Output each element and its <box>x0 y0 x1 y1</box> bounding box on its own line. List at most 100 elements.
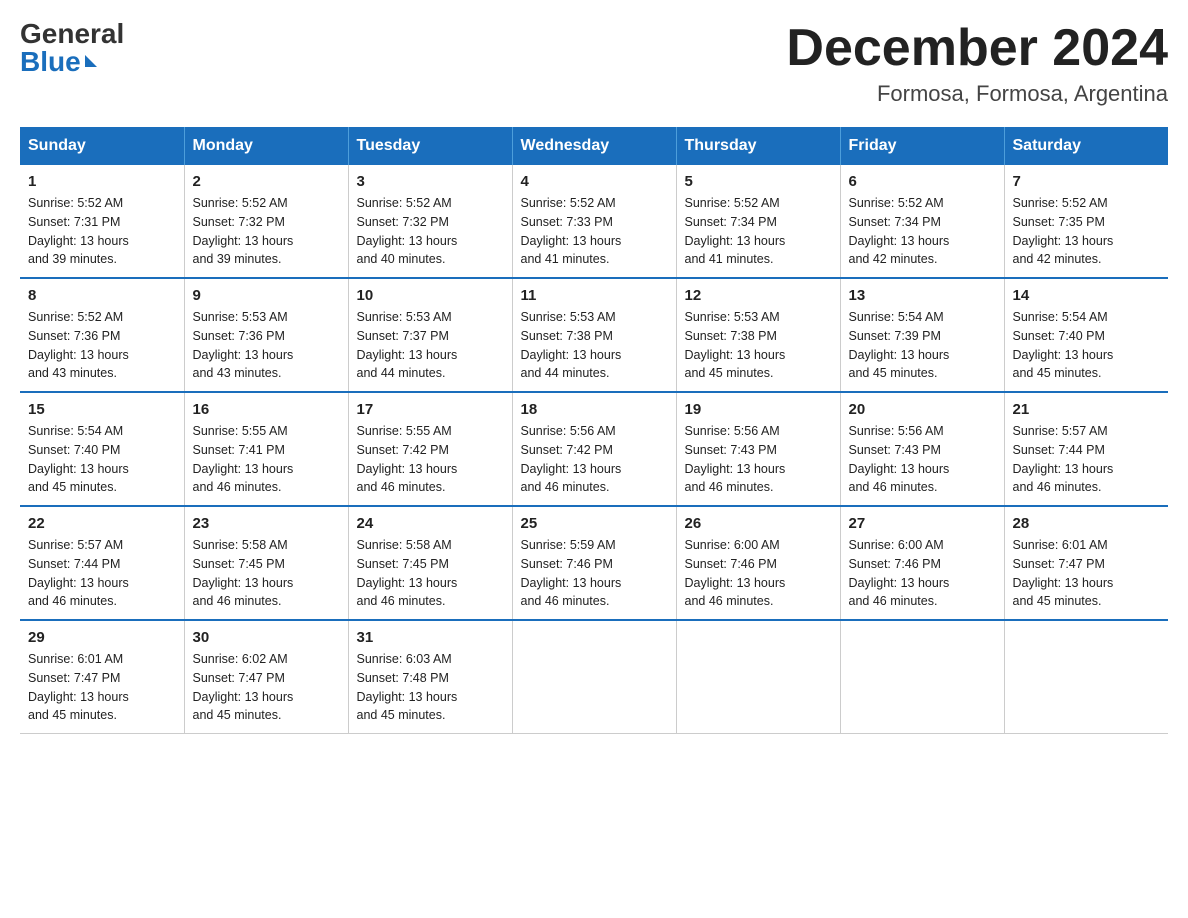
day-info: Sunrise: 5:54 AM Sunset: 7:39 PM Dayligh… <box>849 308 996 383</box>
calendar-cell: 27Sunrise: 6:00 AM Sunset: 7:46 PM Dayli… <box>840 506 1004 620</box>
day-number: 6 <box>849 173 996 190</box>
day-number: 1 <box>28 173 176 190</box>
logo-general-text: General <box>20 20 124 48</box>
day-info: Sunrise: 6:02 AM Sunset: 7:47 PM Dayligh… <box>193 650 340 725</box>
logo-blue-text: Blue <box>20 48 81 76</box>
calendar-cell: 1Sunrise: 5:52 AM Sunset: 7:31 PM Daylig… <box>20 165 184 278</box>
day-info: Sunrise: 5:55 AM Sunset: 7:41 PM Dayligh… <box>193 422 340 497</box>
day-info: Sunrise: 5:52 AM Sunset: 7:36 PM Dayligh… <box>28 308 176 383</box>
calendar-cell <box>1004 620 1168 734</box>
day-number: 30 <box>193 629 340 646</box>
calendar-cell: 22 Sunrise: 5:57 AM Sunset: 7:44 PM Dayli… <box>20 506 184 620</box>
header-friday: Friday <box>840 127 1004 165</box>
month-year-title: December 2024 <box>786 20 1168 77</box>
day-info: Sunrise: 5:54 AM Sunset: 7:40 PM Dayligh… <box>1013 308 1161 383</box>
day-number: 5 <box>685 173 832 190</box>
location-subtitle: Formosa, Formosa, Argentina <box>786 81 1168 107</box>
day-number: 26 <box>685 515 832 532</box>
day-info: Sunrise: 6:01 AM Sunset: 7:47 PM Dayligh… <box>1013 536 1161 611</box>
day-info: Sunrise: 5:52 AM Sunset: 7:34 PM Dayligh… <box>685 194 832 269</box>
day-number: 15 <box>28 401 176 418</box>
day-info: Sunrise: 5:57 AM Sunset: 7:44 PM Dayligh… <box>1013 422 1161 497</box>
day-number: 29 <box>28 629 176 646</box>
day-info: Sunrise: 5:56 AM Sunset: 7:43 PM Dayligh… <box>849 422 996 497</box>
calendar-cell: 23Sunrise: 5:58 AM Sunset: 7:45 PM Dayli… <box>184 506 348 620</box>
day-number: 10 <box>357 287 504 304</box>
header-wednesday: Wednesday <box>512 127 676 165</box>
day-number: 9 <box>193 287 340 304</box>
day-number: 14 <box>1013 287 1161 304</box>
title-section: December 2024 Formosa, Formosa, Argentin… <box>786 20 1168 107</box>
calendar-table: SundayMondayTuesdayWednesdayThursdayFrid… <box>20 127 1168 734</box>
calendar-cell: 9 Sunrise: 5:53 AM Sunset: 7:36 PM Daylig… <box>184 278 348 392</box>
calendar-cell: 12 Sunrise: 5:53 AM Sunset: 7:38 PM Dayli… <box>676 278 840 392</box>
calendar-header-row: SundayMondayTuesdayWednesdayThursdayFrid… <box>20 127 1168 165</box>
calendar-cell: 7 Sunrise: 5:52 AM Sunset: 7:35 PM Daylig… <box>1004 165 1168 278</box>
calendar-cell: 3 Sunrise: 5:52 AM Sunset: 7:32 PM Daylig… <box>348 165 512 278</box>
calendar-cell: 29 Sunrise: 6:01 AM Sunset: 7:47 PM Dayli… <box>20 620 184 734</box>
day-info: Sunrise: 5:57 AM Sunset: 7:44 PM Dayligh… <box>28 536 176 611</box>
day-number: 22 <box>28 515 176 532</box>
calendar-cell <box>676 620 840 734</box>
calendar-cell: 19Sunrise: 5:56 AM Sunset: 7:43 PM Dayli… <box>676 392 840 506</box>
day-number: 7 <box>1013 173 1161 190</box>
day-number: 16 <box>193 401 340 418</box>
page-header: General Blue December 2024 Formosa, Form… <box>20 20 1168 107</box>
calendar-cell: 15 Sunrise: 5:54 AM Sunset: 7:40 PM Dayli… <box>20 392 184 506</box>
calendar-cell: 26 Sunrise: 6:00 AM Sunset: 7:46 PM Dayli… <box>676 506 840 620</box>
calendar-cell: 10 Sunrise: 5:53 AM Sunset: 7:37 PM Dayli… <box>348 278 512 392</box>
day-info: Sunrise: 5:53 AM Sunset: 7:37 PM Dayligh… <box>357 308 504 383</box>
calendar-cell: 13 Sunrise: 5:54 AM Sunset: 7:39 PM Dayli… <box>840 278 1004 392</box>
calendar-cell: 11Sunrise: 5:53 AM Sunset: 7:38 PM Dayli… <box>512 278 676 392</box>
day-number: 12 <box>685 287 832 304</box>
header-tuesday: Tuesday <box>348 127 512 165</box>
calendar-cell <box>512 620 676 734</box>
calendar-cell: 24 Sunrise: 5:58 AM Sunset: 7:45 PM Dayli… <box>348 506 512 620</box>
logo: General Blue <box>20 20 124 76</box>
day-info: Sunrise: 5:52 AM Sunset: 7:32 PM Dayligh… <box>193 194 340 269</box>
day-info: Sunrise: 5:52 AM Sunset: 7:32 PM Dayligh… <box>357 194 504 269</box>
day-number: 31 <box>357 629 504 646</box>
calendar-cell: 16 Sunrise: 5:55 AM Sunset: 7:41 PM Dayli… <box>184 392 348 506</box>
day-number: 21 <box>1013 401 1161 418</box>
day-number: 20 <box>849 401 996 418</box>
calendar-cell: 8 Sunrise: 5:52 AM Sunset: 7:36 PM Daylig… <box>20 278 184 392</box>
day-info: Sunrise: 6:01 AM Sunset: 7:47 PM Dayligh… <box>28 650 176 725</box>
day-number: 4 <box>521 173 668 190</box>
calendar-cell: 20 Sunrise: 5:56 AM Sunset: 7:43 PM Dayli… <box>840 392 1004 506</box>
header-sunday: Sunday <box>20 127 184 165</box>
calendar-cell: 28 Sunrise: 6:01 AM Sunset: 7:47 PM Dayli… <box>1004 506 1168 620</box>
day-info: Sunrise: 5:56 AM Sunset: 7:43 PM Dayligh… <box>685 422 832 497</box>
day-info: Sunrise: 5:58 AM Sunset: 7:45 PM Dayligh… <box>357 536 504 611</box>
calendar-week-row: 22 Sunrise: 5:57 AM Sunset: 7:44 PM Dayli… <box>20 506 1168 620</box>
day-number: 17 <box>357 401 504 418</box>
calendar-week-row: 29 Sunrise: 6:01 AM Sunset: 7:47 PM Dayli… <box>20 620 1168 734</box>
day-number: 2 <box>193 173 340 190</box>
header-saturday: Saturday <box>1004 127 1168 165</box>
day-info: Sunrise: 6:03 AM Sunset: 7:48 PM Dayligh… <box>357 650 504 725</box>
day-info: Sunrise: 5:53 AM Sunset: 7:36 PM Dayligh… <box>193 308 340 383</box>
day-info: Sunrise: 5:54 AM Sunset: 7:40 PM Dayligh… <box>28 422 176 497</box>
calendar-week-row: 1Sunrise: 5:52 AM Sunset: 7:31 PM Daylig… <box>20 165 1168 278</box>
day-info: Sunrise: 5:52 AM Sunset: 7:33 PM Dayligh… <box>521 194 668 269</box>
day-number: 28 <box>1013 515 1161 532</box>
calendar-cell: 21 Sunrise: 5:57 AM Sunset: 7:44 PM Dayli… <box>1004 392 1168 506</box>
calendar-week-row: 8 Sunrise: 5:52 AM Sunset: 7:36 PM Daylig… <box>20 278 1168 392</box>
day-number: 8 <box>28 287 176 304</box>
day-number: 13 <box>849 287 996 304</box>
day-number: 25 <box>521 515 668 532</box>
calendar-cell: 18Sunrise: 5:56 AM Sunset: 7:42 PM Dayli… <box>512 392 676 506</box>
day-info: Sunrise: 6:00 AM Sunset: 7:46 PM Dayligh… <box>685 536 832 611</box>
day-number: 24 <box>357 515 504 532</box>
day-number: 18 <box>521 401 668 418</box>
day-info: Sunrise: 5:52 AM Sunset: 7:35 PM Dayligh… <box>1013 194 1161 269</box>
calendar-cell <box>840 620 1004 734</box>
header-monday: Monday <box>184 127 348 165</box>
calendar-cell: 14 Sunrise: 5:54 AM Sunset: 7:40 PM Dayli… <box>1004 278 1168 392</box>
day-info: Sunrise: 5:59 AM Sunset: 7:46 PM Dayligh… <box>521 536 668 611</box>
day-number: 3 <box>357 173 504 190</box>
calendar-cell: 25 Sunrise: 5:59 AM Sunset: 7:46 PM Dayli… <box>512 506 676 620</box>
calendar-cell: 30 Sunrise: 6:02 AM Sunset: 7:47 PM Dayli… <box>184 620 348 734</box>
day-number: 11 <box>521 287 668 304</box>
day-info: Sunrise: 5:53 AM Sunset: 7:38 PM Dayligh… <box>685 308 832 383</box>
